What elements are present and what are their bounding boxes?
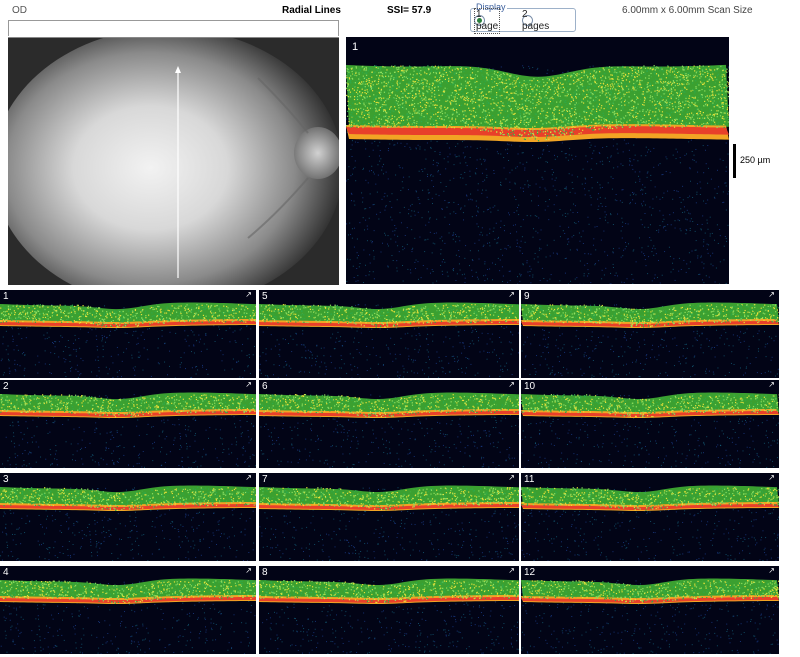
thumbnail-svg bbox=[0, 302, 256, 378]
thumbnail-svg bbox=[521, 392, 779, 468]
display-group: Display 1 page 2 pages bbox=[470, 1, 576, 34]
fundus-image[interactable] bbox=[8, 37, 339, 285]
radio-1-page[interactable]: 1 page bbox=[474, 7, 501, 34]
thumbnail-svg bbox=[521, 302, 779, 378]
fundus-illumination bbox=[8, 38, 339, 285]
ssi-label: SSI= 57.9 bbox=[387, 5, 431, 17]
radio-2-pages[interactable]: 2 pages bbox=[522, 9, 549, 32]
thumbnail-number: 2 bbox=[3, 382, 9, 392]
thumbnail-number: 10 bbox=[524, 382, 535, 392]
scan-direction-arrow-icon: ↗ bbox=[508, 567, 515, 575]
scan-direction-arrow-icon: ↗ bbox=[245, 567, 252, 575]
scan-direction-arrow-icon: ↗ bbox=[245, 291, 252, 299]
thumbnail-svg bbox=[259, 302, 519, 378]
thumbnail-number: 6 bbox=[262, 382, 268, 392]
thumbnail-number: 9 bbox=[524, 292, 530, 302]
thumbnail-bscan[interactable]: 4 ↗ bbox=[0, 566, 256, 654]
thumbnail-svg bbox=[521, 578, 779, 654]
scan-direction-arrow-icon: ↗ bbox=[508, 381, 515, 389]
fundus-svg bbox=[8, 38, 339, 285]
thumbnail-svg bbox=[259, 485, 519, 561]
thumbnail-svg bbox=[0, 485, 256, 561]
main-bscan[interactable]: 1 bbox=[346, 37, 729, 284]
thumbnail-svg bbox=[259, 578, 519, 654]
radio-1-page-label: 1 page bbox=[474, 7, 501, 34]
scale-bar-label: 250 µm bbox=[740, 155, 770, 165]
thumbnail-number: 8 bbox=[262, 568, 268, 578]
scan-direction-arrow-icon: ↗ bbox=[768, 567, 775, 575]
main-bscan-svg bbox=[346, 64, 729, 284]
thumbnail-bscan[interactable]: 8 ↗ bbox=[259, 566, 519, 654]
thumbnail-svg bbox=[0, 578, 256, 654]
scan-size-label: 6.00mm x 6.00mm Scan Size bbox=[622, 5, 753, 17]
thumbnail-bscan[interactable]: 11 ↗ bbox=[521, 473, 779, 561]
thumbnail-bscan[interactable]: 6 ↗ bbox=[259, 380, 519, 468]
scan-direction-arrow-icon: ↗ bbox=[245, 381, 252, 389]
thumbnail-number: 4 bbox=[3, 568, 9, 578]
thumbnail-number: 5 bbox=[262, 292, 268, 302]
thumbnail-number: 12 bbox=[524, 568, 535, 578]
eye-label: OD bbox=[12, 5, 27, 17]
scan-direction-arrow-icon: ↗ bbox=[245, 474, 252, 482]
thumbnail-svg bbox=[259, 392, 519, 468]
thumbnail-bscan[interactable]: 10 ↗ bbox=[521, 380, 779, 468]
scan-direction-arrow-icon: ↗ bbox=[508, 474, 515, 482]
fundus-frame-header bbox=[8, 20, 339, 36]
scan-direction-arrow-icon: ↗ bbox=[768, 474, 775, 482]
thumbnail-bscan[interactable]: 7 ↗ bbox=[259, 473, 519, 561]
scan-direction-arrow-icon: ↗ bbox=[768, 381, 775, 389]
scale-bar bbox=[733, 144, 736, 178]
main-bscan-number: 1 bbox=[352, 42, 358, 53]
thumbnail-number: 3 bbox=[3, 475, 9, 485]
thumbnail-svg bbox=[521, 485, 779, 561]
thumbnail-bscan[interactable]: 5 ↗ bbox=[259, 290, 519, 378]
thumbnail-bscan[interactable]: 2 ↗ bbox=[0, 380, 256, 468]
thumbnail-bscan[interactable]: 12 ↗ bbox=[521, 566, 779, 654]
thumbnail-bscan[interactable]: 3 ↗ bbox=[0, 473, 256, 561]
thumbnail-bscan[interactable]: 1 ↗ bbox=[0, 290, 256, 378]
radio-2-pages-label: 2 pages bbox=[522, 9, 549, 33]
thumbnail-bscan[interactable]: 9 ↗ bbox=[521, 290, 779, 378]
thumbnail-number: 1 bbox=[3, 292, 9, 302]
scan-direction-arrow-icon: ↗ bbox=[508, 291, 515, 299]
thumbnail-svg bbox=[0, 392, 256, 468]
thumbnail-number: 7 bbox=[262, 475, 268, 485]
thumbnail-number: 11 bbox=[524, 475, 534, 485]
scan-name-label: Radial Lines bbox=[282, 5, 341, 17]
scan-direction-arrow-icon: ↗ bbox=[768, 291, 775, 299]
